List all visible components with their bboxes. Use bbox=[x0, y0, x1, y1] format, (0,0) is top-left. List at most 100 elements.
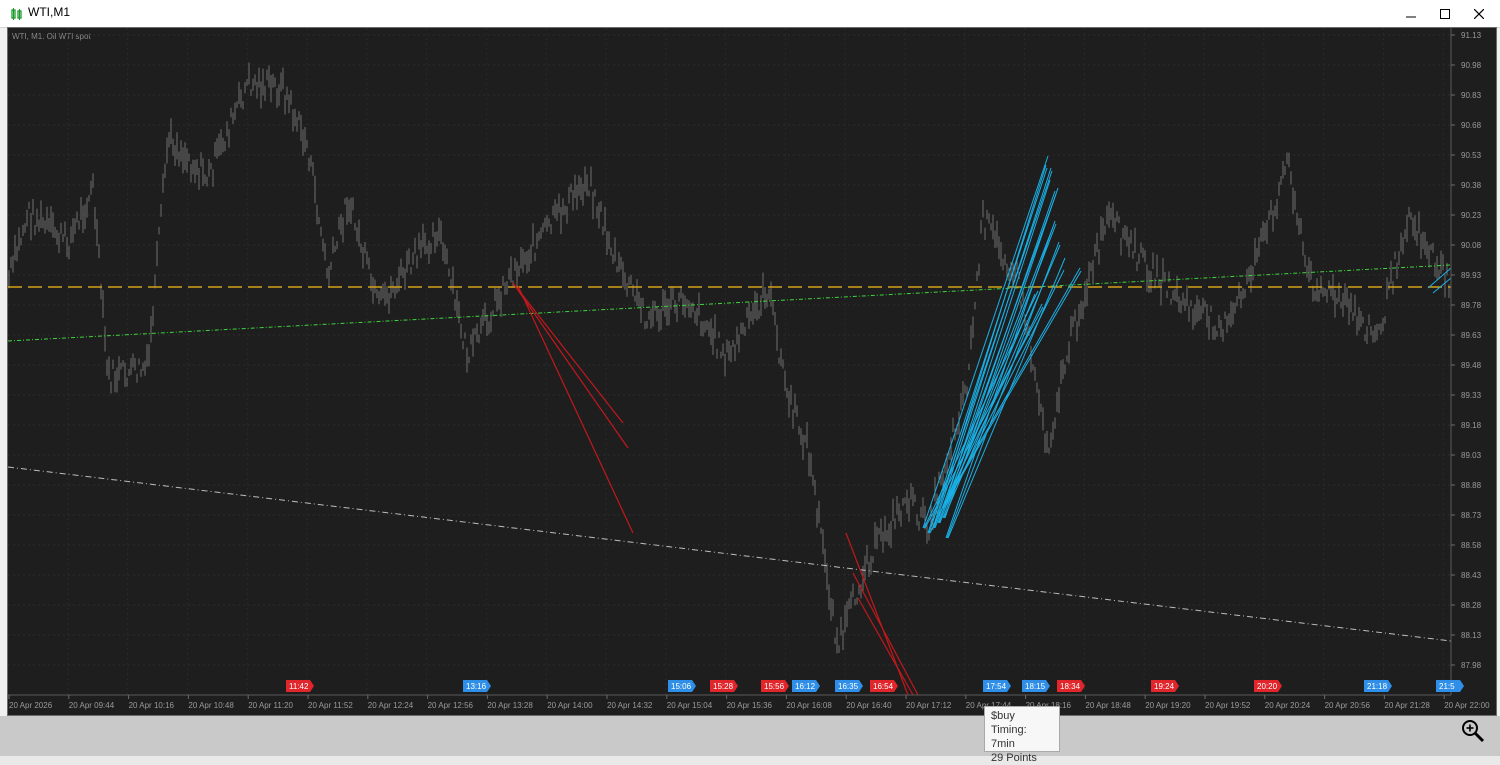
signal-tag[interactable]: 21:5 bbox=[1436, 680, 1464, 692]
signal-tag[interactable]: 15:28 bbox=[710, 680, 738, 692]
close-icon bbox=[1474, 9, 1484, 19]
minimize-icon bbox=[1406, 16, 1416, 18]
signal-tag-label: 15:56 bbox=[764, 682, 785, 691]
price-label: 89.03 bbox=[1461, 451, 1482, 460]
time-label: 20 Apr 21:28 bbox=[1384, 701, 1430, 710]
signal-tag[interactable]: 20:20 bbox=[1254, 680, 1282, 692]
chart-symbol-label: WTI, M1: Oil WTI spot bbox=[12, 32, 91, 41]
signal-tag[interactable]: 13:16 bbox=[463, 680, 491, 692]
price-label: 88.28 bbox=[1461, 601, 1482, 610]
sell-signal-line[interactable] bbox=[517, 285, 634, 534]
signal-tag[interactable]: 11:42 bbox=[286, 680, 314, 692]
sell-signal-line[interactable] bbox=[852, 572, 919, 696]
close-button[interactable] bbox=[1464, 3, 1494, 25]
time-label: 20 Apr 15:04 bbox=[667, 701, 713, 710]
signal-tag-label: 16:35 bbox=[838, 682, 859, 691]
tooltip-signal: $buy bbox=[991, 710, 1015, 722]
time-label: 20 Apr 22:00 bbox=[1444, 701, 1490, 710]
signal-tag-label: 20:20 bbox=[1257, 682, 1278, 691]
signal-tag[interactable]: 15:06 bbox=[668, 680, 696, 692]
signal-tag[interactable]: 19:24 bbox=[1151, 680, 1179, 692]
price-label: 90.68 bbox=[1461, 121, 1482, 130]
time-label: 20 Apr 20:24 bbox=[1265, 701, 1311, 710]
signal-tags: 11:42 13:16 15:06 15:28 15:56 16:12 16:35 16:54… bbox=[286, 680, 1464, 692]
price-label: 90.08 bbox=[1461, 241, 1482, 250]
time-label: 20 Apr 19:20 bbox=[1145, 701, 1191, 710]
terminal-window: WTI,M1 WTI, M1: Oil WTI spot 91.13 90.98 9… bbox=[0, 0, 1500, 764]
time-label: 20 Apr 16:40 bbox=[846, 701, 892, 710]
time-label: 20 Apr 12:24 bbox=[368, 701, 414, 710]
chart-area[interactable]: WTI, M1: Oil WTI spot 91.13 90.98 90.83 90.… bbox=[7, 27, 1497, 716]
signal-tag[interactable]: 21:18 bbox=[1364, 680, 1392, 692]
signal-tag[interactable]: 15:56 bbox=[761, 680, 789, 692]
maximize-button[interactable] bbox=[1430, 3, 1460, 25]
time-label: 20 Apr 20:56 bbox=[1325, 701, 1371, 710]
time-label: 20 Apr 10:16 bbox=[129, 701, 175, 710]
signal-tag-label: 15:06 bbox=[671, 682, 692, 691]
buy-signal-line[interactable] bbox=[922, 155, 1049, 529]
signal-tag[interactable]: 16:54 bbox=[870, 680, 898, 692]
price-chart[interactable]: WTI, M1: Oil WTI spot 91.13 90.98 90.83 90.… bbox=[7, 28, 1496, 715]
buy-signal-line[interactable] bbox=[923, 290, 1039, 529]
time-label: 20 Apr 11:52 bbox=[308, 701, 353, 710]
buy-signal-line[interactable] bbox=[947, 267, 1081, 499]
time-label: 20 Apr 18:48 bbox=[1085, 701, 1131, 710]
signal-tag-label: 18:34 bbox=[1060, 682, 1081, 691]
time-label: 20 Apr 2026 bbox=[9, 701, 53, 710]
window-title: WTI,M1 bbox=[28, 5, 70, 19]
tooltip-timing: Timing: 7min bbox=[991, 724, 1027, 750]
buy-signal-line[interactable] bbox=[927, 167, 1048, 534]
candlestick-app-icon bbox=[11, 8, 22, 20]
price-label: 88.88 bbox=[1461, 481, 1482, 490]
signal-tag-label: 18:15 bbox=[1025, 682, 1046, 691]
minimize-button[interactable] bbox=[1396, 3, 1426, 25]
chart-grid bbox=[8, 28, 1451, 695]
signal-tag-label: 16:54 bbox=[873, 682, 894, 691]
sell-signal-lines bbox=[512, 282, 919, 696]
signal-tag[interactable]: 18:34 bbox=[1057, 680, 1085, 692]
buy-signal-line[interactable] bbox=[924, 306, 1044, 529]
buy-signal-line[interactable] bbox=[945, 220, 1056, 539]
time-label: 20 Apr 17:12 bbox=[906, 701, 952, 710]
signal-tag[interactable]: 17:54 bbox=[983, 680, 1011, 692]
trend-line-grey[interactable] bbox=[7, 466, 1452, 642]
time-label: 20 Apr 19:52 bbox=[1205, 701, 1251, 710]
buy-signal-lines bbox=[922, 155, 1452, 539]
price-label: 88.13 bbox=[1461, 631, 1482, 640]
signal-tag-label: 21:5 bbox=[1439, 682, 1455, 691]
signal-tag-label: 16:12 bbox=[795, 682, 816, 691]
price-label: 89.63 bbox=[1461, 331, 1482, 340]
buy-signal-line[interactable] bbox=[944, 187, 1059, 519]
zoom-button[interactable] bbox=[1458, 716, 1488, 746]
time-label: 20 Apr 16:08 bbox=[786, 701, 832, 710]
buy-signal-line[interactable] bbox=[1432, 277, 1452, 294]
price-label: 89.33 bbox=[1461, 391, 1482, 400]
time-label: 20 Apr 09:44 bbox=[69, 701, 115, 710]
buy-signal-line[interactable] bbox=[942, 270, 1082, 509]
tooltip-points: 29 Points bbox=[991, 752, 1037, 764]
signal-tag[interactable]: 16:12 bbox=[792, 680, 820, 692]
maximize-icon bbox=[1440, 9, 1450, 19]
time-label: 20 Apr 14:32 bbox=[607, 701, 653, 710]
price-label: 88.43 bbox=[1461, 571, 1482, 580]
price-label: 88.73 bbox=[1461, 511, 1482, 520]
signal-tag-label: 13:16 bbox=[466, 682, 487, 691]
time-label: 20 Apr 14:00 bbox=[547, 701, 593, 710]
buy-signal-line[interactable] bbox=[946, 241, 1060, 539]
price-label: 90.38 bbox=[1461, 181, 1482, 190]
price-label: 89.93 bbox=[1461, 271, 1482, 280]
signal-tag-label: 17:54 bbox=[986, 682, 1007, 691]
time-axis: 20 Apr 2026 20 Apr 09:44 20 Apr 10:16 20 Ap… bbox=[8, 695, 1490, 710]
time-label: 20 Apr 12:56 bbox=[428, 701, 474, 710]
signal-tag[interactable]: 16:35 bbox=[835, 680, 863, 692]
time-label: 20 Apr 15:36 bbox=[727, 701, 773, 710]
signal-tag-label: 15:28 bbox=[713, 682, 734, 691]
magnifier-plus-icon bbox=[1462, 720, 1485, 743]
time-label: 20 Apr 10:48 bbox=[188, 701, 234, 710]
sell-signal-line[interactable] bbox=[512, 282, 629, 449]
signal-tag[interactable]: 18:15 bbox=[1022, 680, 1050, 692]
signal-tag-label: 11:42 bbox=[289, 682, 309, 691]
price-label: 89.48 bbox=[1461, 361, 1482, 370]
title-bar[interactable]: WTI,M1 bbox=[0, 0, 1500, 28]
price-label: 89.78 bbox=[1461, 301, 1482, 310]
